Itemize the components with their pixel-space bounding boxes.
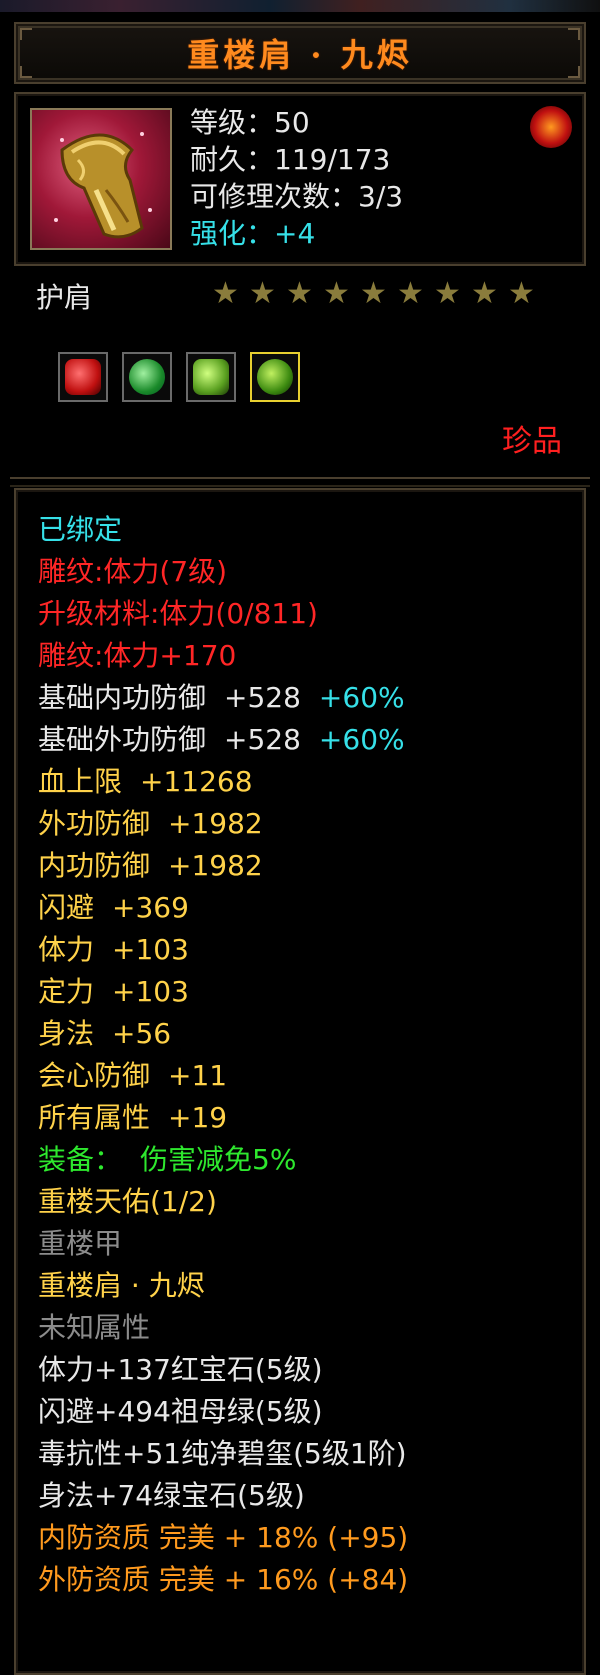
attr-label: 基础外功防御 (38, 723, 207, 756)
star-icon: ★ (323, 276, 350, 311)
gem-slots (58, 352, 300, 402)
attr-value: +103 (112, 933, 189, 966)
attr-value: +11268 (140, 765, 253, 798)
set-item-owned: 重楼肩 · 九烬 (38, 1269, 205, 1302)
inner-defense-quality: 内防资质 完美 + 18% (+95) (38, 1521, 409, 1554)
star-rating: ★ ★ ★ ★ ★ ★ ★ ★ ★ (210, 278, 537, 309)
attr-value: +19 (168, 1101, 228, 1134)
focus: 定力 +103 (38, 970, 189, 1010)
rarity-label: 珍品 (502, 424, 562, 459)
dodge: 闪避 +369 (38, 886, 189, 926)
attr-label: 体力 (38, 933, 95, 966)
equip-effect: 装备： 伤害减免5% (38, 1138, 296, 1178)
emerald-gem-icon (129, 359, 165, 395)
section-divider (10, 477, 590, 487)
item-tooltip: 重楼肩 · 九烬 等级：50 耐久：119/173 可修理次数：3/3 强化：+… (0, 12, 600, 1675)
agility: 身法 +56 (38, 1012, 171, 1052)
item-type: 护肩 (36, 281, 93, 314)
engrave-level: 雕纹:体力(7级) (38, 555, 228, 588)
attr-percent: +60% (318, 681, 405, 714)
attr-percent: +60% (318, 723, 405, 756)
attr-label: 定力 (38, 975, 95, 1008)
attr-value: +528 (224, 681, 301, 714)
attr-label: 血上限 (38, 765, 123, 798)
upgrade-material: 升级材料:体力(0/811) (38, 597, 318, 630)
star-icon: ★ (212, 276, 239, 311)
corner-ornament (568, 66, 580, 78)
golden-pauldron-icon (30, 108, 172, 250)
enhance-text: 强化：+4 (190, 217, 316, 250)
dragon-emblem-icon (530, 106, 572, 148)
star-icon: ★ (508, 276, 535, 311)
star-icon: ★ (434, 276, 461, 311)
star-icon: ★ (397, 276, 424, 311)
engrave-bonus: 雕纹:体力+170 (38, 639, 237, 672)
all-attributes: 所有属性 +19 (38, 1096, 227, 1136)
crit-defense: 会心防御 +11 (38, 1054, 227, 1094)
corner-ornament (20, 66, 32, 78)
attr-value: +528 (224, 723, 301, 756)
gem-slot-1[interactable] (58, 352, 108, 402)
attr-value: +1982 (168, 807, 263, 840)
gem-bonus-1: 体力+137红宝石(5级) (38, 1353, 323, 1386)
outer-defense-quality: 外防资质 完美 + 16% (+84) (38, 1563, 409, 1596)
star-icon: ★ (249, 276, 276, 311)
attr-value: +1982 (168, 849, 263, 882)
corner-ornament (568, 28, 580, 40)
attr-label: 所有属性 (38, 1101, 151, 1134)
gem-bonus-4: 身法+74绿宝石(5级) (38, 1479, 305, 1512)
bound-status: 已绑定 (38, 513, 123, 546)
attr-value: +11 (168, 1059, 228, 1092)
gem-bonus-3: 毒抗性+51纯净碧玺(5级1阶) (38, 1437, 407, 1470)
attr-value: +369 (112, 891, 189, 924)
item-stats: 等级：50 耐久：119/173 可修理次数：3/3 强化：+4 (190, 104, 403, 252)
gem-slot-2[interactable] (122, 352, 172, 402)
set-item-missing: 重楼甲 (38, 1227, 123, 1260)
attr-label: 会心防御 (38, 1059, 151, 1092)
base-inner-defense: 基础内功防御 +528 +60% (38, 676, 405, 716)
set-name: 重楼天佑(1/2) (38, 1185, 217, 1218)
equip-label: 装备： (38, 1143, 123, 1176)
gem-slot-4[interactable] (250, 352, 300, 402)
base-outer-defense: 基础外功防御 +528 +60% (38, 718, 405, 758)
repair-count-text: 可修理次数：3/3 (190, 180, 404, 213)
attr-label: 基础内功防御 (38, 681, 207, 714)
level-text: 等级：50 (190, 106, 310, 139)
unknown-attribute: 未知属性 (38, 1311, 151, 1344)
top-border-strip (0, 0, 600, 12)
star-icon: ★ (286, 276, 313, 311)
attr-label: 闪避 (38, 891, 95, 924)
attr-label: 身法 (38, 1017, 95, 1050)
star-icon: ★ (360, 276, 387, 311)
jade-gem-icon (193, 359, 229, 395)
gem-slot-3[interactable] (186, 352, 236, 402)
gem-bonus-2: 闪避+494祖母绿(5级) (38, 1395, 323, 1428)
item-header: 等级：50 耐久：119/173 可修理次数：3/3 强化：+4 (14, 92, 586, 266)
title-bar: 重楼肩 · 九烬 (14, 22, 586, 84)
green-gem-icon (257, 359, 293, 395)
corner-ornament (20, 28, 32, 40)
stamina: 体力 +103 (38, 928, 189, 968)
attr-label: 内功防御 (38, 849, 151, 882)
inner-defense: 内功防御 +1982 (38, 844, 263, 884)
hp-bonus: 血上限 +11268 (38, 760, 253, 800)
item-name: 重楼肩 · 九烬 (187, 36, 413, 74)
red-gem-icon (65, 359, 101, 395)
attribute-panel: 已绑定 雕纹:体力(7级) 升级材料:体力(0/811) 雕纹:体力+170 基… (14, 488, 586, 1675)
attr-label: 外功防御 (38, 807, 151, 840)
durability-text: 耐久：119/173 (190, 143, 391, 176)
outer-defense: 外功防御 +1982 (38, 802, 263, 842)
star-icon: ★ (471, 276, 498, 311)
attr-value: +103 (112, 975, 189, 1008)
equip-value: 伤害减免5% (140, 1143, 297, 1176)
attr-value: +56 (112, 1017, 172, 1050)
